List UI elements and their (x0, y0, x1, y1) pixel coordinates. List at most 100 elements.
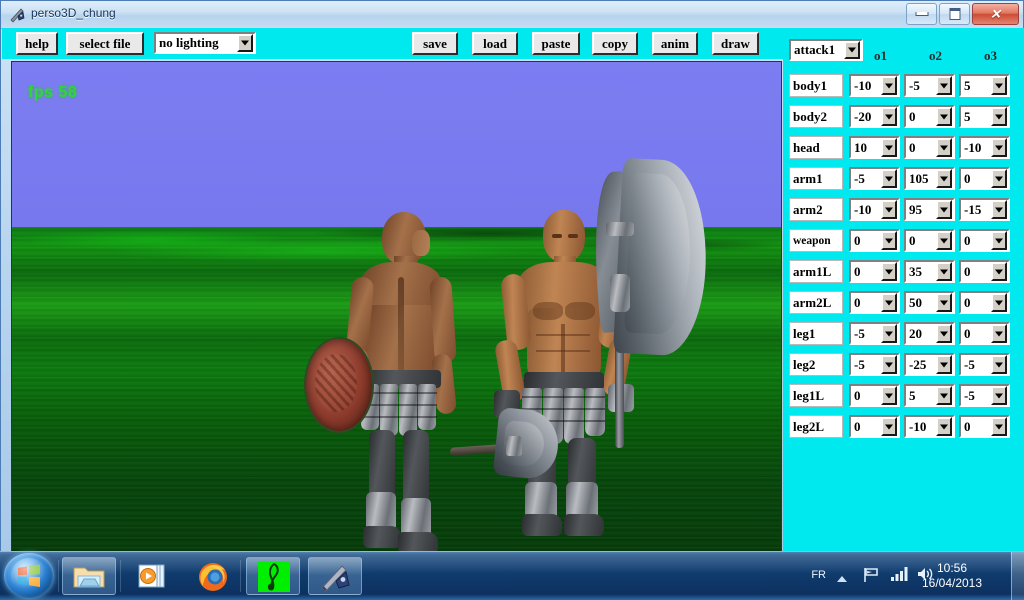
chevron-down-icon[interactable] (991, 76, 1007, 95)
param-select-weapon-o3[interactable]: 0 (959, 229, 1010, 252)
param-select-leg1-o1[interactable]: -5 (849, 322, 900, 345)
taskbar-item-media-player[interactable] (125, 557, 179, 595)
param-select-body2-o1[interactable]: -20 (849, 105, 900, 128)
chevron-down-icon[interactable] (936, 200, 952, 219)
chevron-down-icon[interactable] (881, 417, 897, 436)
select-file-button[interactable]: select file (66, 32, 144, 55)
chevron-down-icon[interactable] (881, 231, 897, 250)
param-select-leg1l-o3[interactable]: -5 (959, 384, 1010, 407)
chevron-down-icon[interactable] (881, 324, 897, 343)
chevron-down-icon[interactable] (881, 107, 897, 126)
copy-button[interactable]: copy (592, 32, 638, 55)
param-select-leg2l-o1[interactable]: 0 (849, 415, 900, 438)
clock[interactable]: 10:56 16/04/2013 (906, 561, 998, 591)
taskbar-item-music[interactable] (246, 557, 300, 595)
chevron-down-icon[interactable] (881, 293, 897, 312)
param-select-arm2-o3[interactable]: -15 (959, 198, 1010, 221)
param-select-weapon-o2[interactable]: 0 (904, 229, 955, 252)
param-select-leg2l-o3[interactable]: 0 (959, 415, 1010, 438)
chevron-down-icon[interactable] (936, 262, 952, 281)
chevron-up-icon[interactable] (836, 571, 848, 589)
chevron-down-icon[interactable] (936, 293, 952, 312)
animation-select[interactable]: attack1 (789, 39, 863, 61)
chevron-down-icon[interactable] (936, 386, 952, 405)
chevron-down-icon[interactable] (991, 293, 1007, 312)
param-select-body2-o2[interactable]: 0 (904, 105, 955, 128)
save-button[interactable]: save (412, 32, 458, 55)
param-select-body2-o3[interactable]: 5 (959, 105, 1010, 128)
chevron-down-icon[interactable] (991, 417, 1007, 436)
chevron-down-icon[interactable] (991, 231, 1007, 250)
param-select-body1-o3[interactable]: 5 (959, 74, 1010, 97)
chevron-down-icon[interactable] (936, 324, 952, 343)
chevron-down-icon[interactable] (991, 324, 1007, 343)
param-select-leg2-o3[interactable]: -5 (959, 353, 1010, 376)
flag-icon[interactable] (862, 566, 880, 589)
chevron-down-icon[interactable] (881, 386, 897, 405)
taskbar-item-perso3d[interactable] (308, 557, 362, 595)
chevron-down-icon[interactable] (991, 169, 1007, 188)
title-bar[interactable]: perso3D_chung ✕ (1, 1, 1023, 29)
param-select-arm2l-o2[interactable]: 50 (904, 291, 955, 314)
chevron-down-icon[interactable] (881, 138, 897, 157)
chevron-down-icon[interactable] (936, 169, 952, 188)
chevron-down-icon[interactable] (991, 355, 1007, 374)
chevron-down-icon[interactable] (991, 200, 1007, 219)
chevron-down-icon[interactable] (991, 386, 1007, 405)
chevron-down-icon[interactable] (991, 107, 1007, 126)
param-select-arm1l-o1[interactable]: 0 (849, 260, 900, 283)
close-button[interactable]: ✕ (972, 3, 1019, 25)
param-select-head-o3[interactable]: -10 (959, 136, 1010, 159)
param-select-arm2l-o3[interactable]: 0 (959, 291, 1010, 314)
chevron-down-icon[interactable] (936, 231, 952, 250)
param-select-body1-o1[interactable]: -10 (849, 74, 900, 97)
param-select-body1-o2[interactable]: -5 (904, 74, 955, 97)
load-button[interactable]: load (472, 32, 518, 55)
minimize-button[interactable] (906, 3, 937, 25)
chevron-down-icon[interactable] (881, 169, 897, 188)
chevron-down-icon[interactable] (881, 76, 897, 95)
chevron-down-icon[interactable] (881, 262, 897, 281)
param-select-arm1l-o3[interactable]: 0 (959, 260, 1010, 283)
param-select-leg2l-o2[interactable]: -10 (904, 415, 955, 438)
chevron-down-icon[interactable] (881, 355, 897, 374)
chevron-down-icon[interactable] (991, 262, 1007, 281)
tray-language[interactable]: FR (811, 569, 826, 581)
taskbar-item-explorer[interactable] (62, 557, 116, 595)
paste-button[interactable]: paste (532, 32, 580, 55)
param-select-arm1-o3[interactable]: 0 (959, 167, 1010, 190)
chevron-down-icon[interactable] (881, 200, 897, 219)
show-desktop-button[interactable] (1011, 552, 1024, 600)
param-select-head-o2[interactable]: 0 (904, 136, 955, 159)
chevron-down-icon[interactable] (936, 107, 952, 126)
chevron-down-icon[interactable] (936, 76, 952, 95)
lighting-mode-select[interactable]: no lighting (154, 32, 256, 54)
chevron-down-icon[interactable] (936, 138, 952, 157)
help-button[interactable]: help (16, 32, 58, 55)
param-select-arm2l-o1[interactable]: 0 (849, 291, 900, 314)
chevron-down-icon[interactable] (936, 355, 952, 374)
chevron-down-icon[interactable] (991, 138, 1007, 157)
param-select-arm1-o1[interactable]: -5 (849, 167, 900, 190)
param-select-leg1l-o2[interactable]: 5 (904, 384, 955, 407)
param-select-arm1l-o2[interactable]: 35 (904, 260, 955, 283)
param-select-leg1-o3[interactable]: 0 (959, 322, 1010, 345)
param-select-leg1-o2[interactable]: 20 (904, 322, 955, 345)
param-select-arm2-o2[interactable]: 95 (904, 198, 955, 221)
param-select-leg2-o2[interactable]: -25 (904, 353, 955, 376)
chevron-down-icon[interactable] (844, 41, 860, 59)
param-select-arm1-o2[interactable]: 105 (904, 167, 955, 190)
chevron-down-icon[interactable] (237, 34, 253, 52)
param-select-leg2-o1[interactable]: -5 (849, 353, 900, 376)
param-select-weapon-o1[interactable]: 0 (849, 229, 900, 252)
draw-button[interactable]: draw (712, 32, 759, 55)
taskbar-item-firefox[interactable] (185, 557, 239, 595)
param-select-leg1l-o1[interactable]: 0 (849, 384, 900, 407)
start-button[interactable] (4, 553, 54, 598)
3d-viewport[interactable]: fps 58 (11, 61, 782, 553)
param-select-head-o1[interactable]: 10 (849, 136, 900, 159)
param-select-arm2-o1[interactable]: -10 (849, 198, 900, 221)
anim-button[interactable]: anim (652, 32, 698, 55)
chevron-down-icon[interactable] (936, 417, 952, 436)
maximize-button[interactable] (939, 3, 970, 25)
